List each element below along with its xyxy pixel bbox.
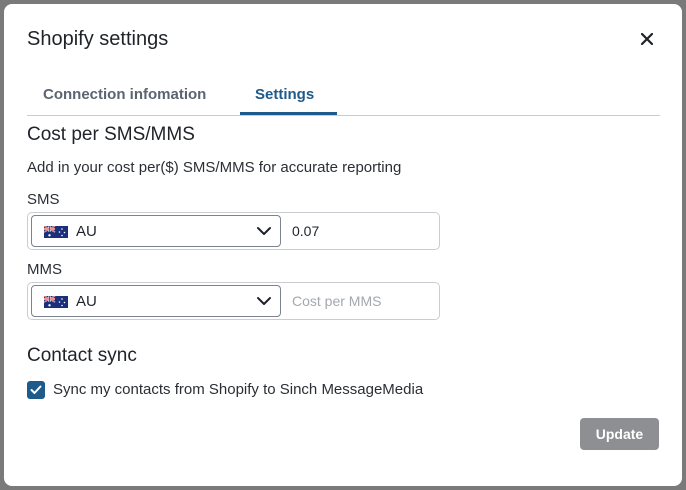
mms-label: MMS [27, 261, 62, 278]
sms-cost-field: AU [27, 212, 450, 250]
sync-contacts-checkbox[interactable] [27, 381, 45, 399]
cost-section-description: Add in your cost per($) SMS/MMS for accu… [27, 159, 402, 176]
settings-tabs: Connection infomation Settings [27, 76, 660, 116]
mms-cost-field: AU [27, 282, 450, 320]
chevron-down-icon [257, 297, 271, 305]
australia-flag-icon [44, 296, 68, 308]
shopify-settings-dialog: Shopify settings Connection infomation S… [4, 4, 682, 486]
contact-sync-heading: Contact sync [27, 345, 137, 366]
dialog-title: Shopify settings [27, 28, 169, 50]
update-button[interactable]: Update [580, 418, 659, 450]
close-icon [641, 33, 653, 45]
chevron-down-icon [257, 227, 271, 235]
sms-label: SMS [27, 191, 60, 208]
mms-cost-input[interactable] [284, 284, 450, 318]
tab-settings[interactable]: Settings [255, 86, 314, 103]
checkmark-icon [30, 385, 42, 394]
mms-country-select[interactable]: AU [31, 285, 281, 317]
sms-country-select[interactable]: AU [31, 215, 281, 247]
close-button[interactable] [636, 28, 658, 50]
tab-connection-information[interactable]: Connection infomation [43, 86, 206, 103]
active-tab-indicator [240, 112, 337, 115]
sync-contacts-label[interactable]: Sync my contacts from Shopify to Sinch M… [53, 381, 423, 398]
cost-section-heading: Cost per SMS/MMS [27, 124, 195, 145]
mms-country-value: AU [76, 293, 97, 310]
sms-country-value: AU [76, 223, 97, 240]
australia-flag-icon [44, 226, 68, 238]
sms-cost-input[interactable] [284, 214, 450, 248]
